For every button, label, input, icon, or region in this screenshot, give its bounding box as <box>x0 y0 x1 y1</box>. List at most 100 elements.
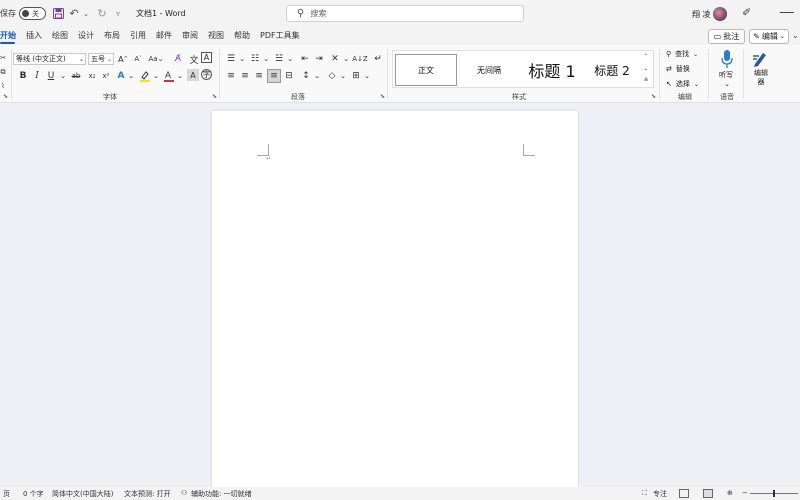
minimize-icon[interactable] <box>780 12 794 13</box>
italic-icon[interactable]: I <box>30 69 44 83</box>
justify-icon[interactable]: ≡ <box>267 69 281 83</box>
editor-label[interactable]: 编辑器 <box>754 69 768 87</box>
tab-mailings[interactable]: 邮件 <box>151 27 177 45</box>
align-center-icon[interactable]: ≡ <box>238 69 252 83</box>
user-name[interactable]: 翔 凌 <box>692 9 711 20</box>
clipboard-launcher-icon[interactable]: ⬊ <box>3 93 8 100</box>
document-page[interactable] <box>212 111 578 491</box>
chevron-down-icon[interactable]: ⌄ <box>336 69 350 83</box>
status-bar: 页 0 个字 简体中文(中国大陆) 文本预测: 打开 ⚇ 辅助功能: 一切就绪 … <box>0 487 800 500</box>
subscript-icon[interactable]: x₂ <box>85 69 99 83</box>
pen-icon[interactable]: ✐ <box>742 6 751 19</box>
chevron-down-icon[interactable]: ⌄ <box>124 69 138 83</box>
font-size-select[interactable]: 五号 ⌄ <box>88 53 114 65</box>
change-case-icon[interactable]: Aa⌄ <box>147 52 165 66</box>
select-label: 选择 <box>675 80 690 88</box>
tab-review[interactable]: 审阅 <box>177 27 203 45</box>
chevron-down-icon[interactable]: ⌄ <box>283 52 297 66</box>
text-prediction-status[interactable]: 文本预测: 打开 <box>124 489 171 499</box>
undo-dropdown-icon[interactable]: ⌄ <box>78 6 94 22</box>
svg-text:A: A <box>165 70 171 80</box>
tab-home[interactable]: 开始 <box>0 27 21 45</box>
style-no-spacing[interactable]: 无间隔 <box>461 54 517 86</box>
read-mode-icon[interactable] <box>679 489 689 498</box>
sort-icon[interactable]: A↓Z <box>352 52 367 66</box>
gallery-up-icon[interactable]: ⌃ <box>641 53 651 60</box>
align-right-icon[interactable]: ≡ <box>252 69 266 83</box>
tab-references[interactable]: 引用 <box>125 27 151 45</box>
replace-button[interactable]: ⇄ 替换 <box>666 64 690 74</box>
avatar[interactable] <box>713 7 727 21</box>
page-indicator[interactable]: 页 <box>3 489 10 499</box>
accessibility-status[interactable]: 辅助功能: 一切就绪 <box>191 489 252 499</box>
print-layout-icon[interactable] <box>703 489 713 498</box>
font-name-select[interactable]: 等线 (中文正文) ⌄ <box>13 53 86 65</box>
shrink-font-icon[interactable]: Aˇ <box>131 52 145 66</box>
document-title: 文档1 - Word <box>136 9 186 18</box>
styles-launcher-icon[interactable]: ⬊ <box>651 93 656 100</box>
distributed-icon[interactable]: ⊟ <box>282 69 296 83</box>
clear-formatting-icon[interactable]: A̸ <box>171 52 185 66</box>
decrease-indent-icon[interactable]: ⇤ <box>298 52 312 66</box>
comments-button[interactable]: ▭ 批注 <box>708 29 745 44</box>
chevron-down-icon[interactable]: ⌄ <box>310 69 324 83</box>
grow-font-icon[interactable]: A ^ <box>116 52 130 66</box>
superscript-icon[interactable]: x² <box>99 69 113 83</box>
editor-icon[interactable] <box>752 50 768 68</box>
group-separator <box>659 49 660 99</box>
word-count[interactable]: 0 个字 <box>23 489 44 499</box>
web-layout-icon[interactable]: ⊕ <box>727 489 733 497</box>
find-button[interactable]: ⚲ 查找 ⌄ <box>666 49 698 59</box>
tab-draw[interactable]: 绘图 <box>47 27 73 45</box>
tab-help[interactable]: 帮助 <box>229 27 255 45</box>
redo-icon[interactable]: ↻ <box>94 6 110 22</box>
cut-icon[interactable]: ✂ <box>0 51 10 65</box>
tab-layout[interactable]: 布局 <box>99 27 125 45</box>
enclose-characters-icon[interactable]: 字 <box>201 69 212 80</box>
editing-mode-button[interactable]: ✎ 编辑 ⌄ <box>749 29 789 44</box>
chevron-down-icon: ⌄ <box>78 55 84 63</box>
chevron-down-icon[interactable]: ⌄ <box>259 52 273 66</box>
zoom-out-icon[interactable]: − <box>742 489 748 497</box>
chevron-down-icon[interactable]: ⌄ <box>720 77 734 91</box>
character-border-icon[interactable]: A <box>201 52 212 63</box>
autosave-toggle[interactable]: 关 <box>19 7 46 20</box>
chevron-down-icon[interactable]: ⌄ <box>235 52 249 66</box>
chevron-down-icon[interactable]: ⌄ <box>339 52 353 66</box>
character-shading-icon[interactable]: A <box>187 69 199 81</box>
style-normal[interactable]: 正文 <box>395 54 457 86</box>
show-marks-icon[interactable]: ↵ <box>371 52 385 66</box>
tab-insert[interactable]: 插入 <box>21 27 47 45</box>
save-icon[interactable] <box>50 6 66 22</box>
select-button[interactable]: ↖ 选择 ⌄ <box>666 79 699 89</box>
strikethrough-icon[interactable]: ab <box>69 69 83 83</box>
chevron-down-icon[interactable]: ⌄ <box>360 69 374 83</box>
copy-icon[interactable]: ⧉ <box>0 65 10 79</box>
gallery-more-icon[interactable]: ≚ <box>641 77 651 84</box>
ribbon-options-icon[interactable]: ⌄ <box>792 31 799 40</box>
font-launcher-icon[interactable]: ⬊ <box>212 93 217 100</box>
style-heading-2[interactable]: 标题 2 <box>587 54 637 86</box>
chevron-down-icon[interactable]: ⌄ <box>149 69 163 83</box>
bold-icon[interactable]: B <box>16 69 30 83</box>
microphone-icon[interactable] <box>720 49 734 69</box>
style-heading-1[interactable]: 标题 1 <box>519 54 585 86</box>
paragraph-launcher-icon[interactable]: ⬊ <box>380 93 385 100</box>
language-indicator[interactable]: 简体中文(中国大陆) <box>52 489 113 499</box>
document-canvas[interactable] <box>0 103 800 491</box>
increase-indent-icon[interactable]: ⇥ <box>312 52 326 66</box>
tab-pdf-tools[interactable]: PDF工具集 <box>255 27 305 45</box>
align-left-icon[interactable]: ≡ <box>224 69 238 83</box>
tab-view[interactable]: 视图 <box>203 27 229 45</box>
tab-design[interactable]: 设计 <box>73 27 99 45</box>
chevron-down-icon[interactable]: ⌄ <box>56 69 70 83</box>
autosave-control[interactable]: 保存 关 <box>0 7 46 20</box>
focus-label[interactable]: 专注 <box>653 489 667 499</box>
phonetic-guide-icon[interactable]: 文 <box>187 52 201 66</box>
zoom-slider-thumb[interactable] <box>773 490 775 497</box>
customize-qat-icon[interactable]: ▿ <box>110 6 126 22</box>
chevron-down-icon[interactable]: ⌄ <box>173 69 187 83</box>
search-box[interactable]: ⚲ 搜索 <box>286 5 524 22</box>
format-painter-icon[interactable]: ⌇ <box>0 79 10 93</box>
gallery-down-icon[interactable]: ⌄ <box>641 65 651 72</box>
